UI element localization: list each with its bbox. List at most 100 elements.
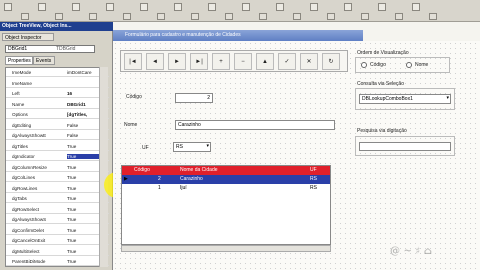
navigator-button[interactable]: ↻ (322, 53, 340, 70)
toolbar-button[interactable] (123, 13, 131, 20)
grid-cell[interactable]: RS (310, 185, 317, 191)
label-uf: UF (142, 145, 149, 151)
toolbar-button[interactable] (225, 13, 233, 20)
property-row[interactable]: dgIndicator True (6, 153, 109, 161)
property-name: dgMultiSelect (12, 248, 40, 254)
property-name: dgEditing (12, 122, 32, 128)
cities-grid: Código Nome da Cidade UF ▶ 2 Carazinho RS 1 Ijuí… (121, 165, 331, 245)
property-scrollbar[interactable] (99, 67, 108, 267)
toolbar-button[interactable] (378, 3, 386, 11)
property-name: ImeMode (12, 70, 32, 75)
property-name: dgRowSelect (12, 206, 40, 212)
uf-value: RS (176, 144, 183, 150)
table-row[interactable]: ▶ 2 Carazinho RS (122, 175, 330, 184)
grid-header-cell[interactable]: UF (310, 167, 317, 173)
label-nome: Nome (124, 122, 138, 128)
property-name: dgTitles (12, 143, 28, 149)
navigator-button[interactable]: ▲ (256, 53, 274, 70)
toolbar-button[interactable] (174, 3, 182, 11)
toolbar-button[interactable] (293, 13, 301, 20)
toolbar-button[interactable] (276, 3, 284, 11)
property-row[interactable]: ImeName (6, 80, 109, 88)
property-row[interactable]: ParentBiDiMode True (6, 258, 109, 266)
property-name: Left (12, 91, 20, 96)
toolbar-button[interactable] (395, 13, 403, 20)
toolbar-button[interactable] (140, 3, 148, 11)
label-consulta: Consulta via Seleção (357, 81, 404, 87)
property-row[interactable]: ImeMode imDontCare (6, 69, 109, 77)
property-row[interactable]: dgColLines True (6, 174, 109, 182)
codigo-field[interactable]: 2 (175, 93, 213, 103)
component-name: DBGrid1 (8, 46, 28, 52)
toolbar-button[interactable] (361, 13, 369, 20)
radio-nome[interactable] (406, 62, 412, 68)
property-row[interactable]: dgRowLines True (6, 185, 109, 193)
chevron-down-icon: ▾ (446, 95, 449, 101)
grid-cell[interactable]: 2 (158, 176, 161, 182)
property-grid: ImeMode imDontCare ImeName Left 16 Name DBGrid… (5, 67, 109, 267)
toolbar-button[interactable] (72, 3, 80, 11)
navigator-button[interactable]: ✓ (278, 53, 296, 70)
navigator-button[interactable]: ◄ (146, 53, 164, 70)
toolbar-button[interactable] (157, 13, 165, 20)
property-row[interactable]: dgTitles True (6, 143, 109, 151)
uf-select[interactable]: RS ▾ (173, 142, 211, 152)
navigator-button[interactable]: ► (168, 53, 186, 70)
pesquisa-input[interactable] (359, 142, 451, 151)
grid-cell[interactable]: Carazinho (180, 176, 203, 182)
grid-header: Código Nome da Cidade UF (122, 166, 330, 175)
toolbar-button[interactable] (344, 3, 352, 11)
property-row[interactable]: Left 16 (6, 90, 109, 98)
property-name: dgConfirmDelet (12, 227, 44, 233)
table-row[interactable]: 1 Ijuí RS (122, 184, 330, 193)
navigator-button[interactable]: ►| (190, 53, 208, 70)
property-row[interactable]: Options [dgTitles, (6, 111, 109, 119)
toolbar-button[interactable] (21, 13, 29, 20)
toolbar-button[interactable] (89, 13, 97, 20)
property-row[interactable]: dgTabs True (6, 195, 109, 203)
grid-hscrollbar[interactable] (121, 245, 331, 252)
row-indicator-icon: ▶ (124, 176, 128, 182)
property-row[interactable]: dgColumnResize True (6, 164, 109, 172)
main-toolbar (0, 0, 480, 22)
label-codigo: Código (126, 94, 142, 100)
tab-events[interactable]: Events (33, 56, 55, 65)
toolbar-button[interactable] (38, 3, 46, 11)
property-row[interactable]: dgRowSelect True (6, 206, 109, 214)
property-row[interactable]: dgAlwaysShowE False (6, 132, 109, 140)
toolbar-button[interactable] (310, 3, 318, 11)
toolbar-button[interactable] (327, 13, 335, 20)
property-row[interactable]: Name DBGrid1 (6, 101, 109, 109)
tab-properties[interactable]: Properties (5, 56, 33, 65)
property-row[interactable]: dgAlwaysShowS True (6, 216, 109, 224)
toolbar-button[interactable] (106, 3, 114, 11)
navigator-button[interactable]: − (234, 53, 252, 70)
toolbar-button[interactable] (55, 13, 63, 20)
object-inspector-label: Object Inspector (2, 33, 54, 41)
navigator-button[interactable]: + (212, 53, 230, 70)
grid-cell[interactable]: 1 (158, 185, 161, 191)
grid-cell[interactable]: RS (310, 176, 317, 182)
lookup-combobox[interactable]: DBLookupComboBox1 ▾ (359, 94, 451, 104)
property-name: Options (12, 112, 28, 117)
property-row[interactable]: dgMultiSelect True (6, 248, 109, 256)
toolbar-button[interactable] (259, 13, 267, 20)
property-row[interactable]: dgEditing False (6, 122, 109, 130)
radio-codigo[interactable] (361, 62, 367, 68)
toolbar-button[interactable] (429, 13, 437, 20)
component-selector[interactable]: DBGrid1 TDBGrid (5, 45, 95, 53)
toolbar-button[interactable] (191, 13, 199, 20)
property-name: dgCancelOnExit (12, 238, 46, 243)
navigator-button[interactable]: ✕ (300, 53, 318, 70)
toolbar-button[interactable] (208, 3, 216, 11)
nome-field[interactable]: Carazinho (175, 120, 335, 130)
navigator-button[interactable]: |◄ (124, 53, 142, 70)
property-row[interactable]: dgCancelOnExit True (6, 237, 109, 245)
grid-header-cell[interactable]: Nome da Cidade (180, 167, 218, 173)
grid-cell[interactable]: Ijuí (180, 185, 187, 191)
grid-header-cell[interactable]: Código (134, 167, 150, 173)
property-row[interactable]: dgConfirmDelet True (6, 227, 109, 235)
toolbar-button[interactable] (412, 3, 420, 11)
toolbar-button[interactable] (4, 3, 12, 11)
toolbar-button[interactable] (242, 3, 250, 11)
